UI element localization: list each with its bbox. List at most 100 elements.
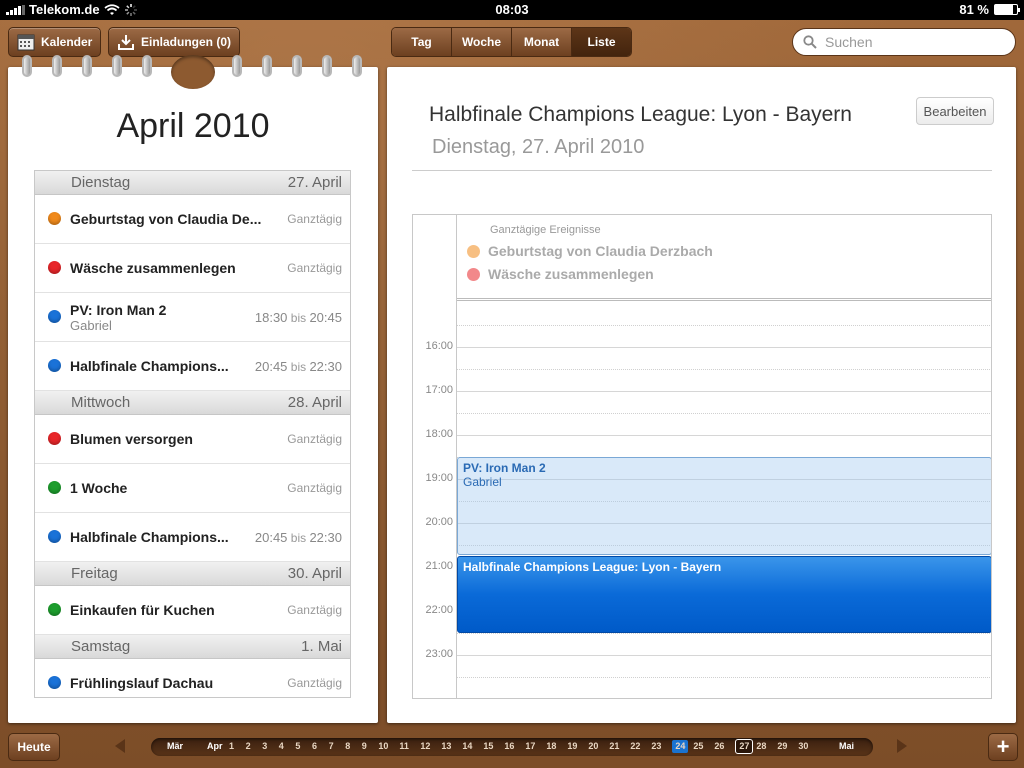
- date-strip-item[interactable]: 22: [630, 741, 640, 751]
- event-time: Ganztägig: [287, 432, 342, 446]
- date-strip-item[interactable]: 28: [756, 741, 766, 751]
- event-title: PV: Iron Man 2: [70, 301, 167, 318]
- date-strip-item[interactable]: Mär: [167, 741, 183, 751]
- date-strip-item[interactable]: 9: [362, 741, 367, 751]
- list-item[interactable]: Halbfinale Champions... 20:45 bis 22:30: [35, 513, 350, 562]
- date-strip-item[interactable]: 25: [693, 741, 703, 751]
- tab-liste[interactable]: Liste: [572, 28, 631, 56]
- allday-event[interactable]: Geburtstag von Claudia Derzbach: [467, 243, 713, 259]
- calendar-color-dot: [48, 212, 61, 225]
- signal-icon: [6, 4, 25, 15]
- event-list: Dienstag 27. April Geburtstag von Claudi…: [34, 170, 351, 698]
- list-item[interactable]: Blumen versorgen Ganztägig: [35, 415, 350, 464]
- timed-event[interactable]: PV: Iron Man 2 Gabriel: [457, 457, 991, 555]
- binder-hole: [171, 55, 215, 89]
- timed-event-selected[interactable]: Halbfinale Champions League: Lyon - Baye…: [457, 556, 991, 633]
- hour-gutter: [413, 215, 457, 698]
- date-strip-item[interactable]: 18: [546, 741, 556, 751]
- half-hour-line: [457, 413, 991, 414]
- date-strip-item[interactable]: 12: [420, 741, 430, 751]
- ring-icon: [22, 55, 32, 77]
- calendar-color-dot: [48, 359, 61, 372]
- list-item[interactable]: Halbfinale Champions... 20:45 bis 22:30: [35, 342, 350, 391]
- date-strip-item[interactable]: 10: [378, 741, 388, 751]
- allday-event[interactable]: Wäsche zusammenlegen: [467, 266, 654, 282]
- date-strip-item[interactable]: 1: [229, 741, 234, 751]
- date-strip-item[interactable]: 24: [672, 740, 689, 753]
- inbox-download-icon: [118, 35, 134, 50]
- list-item[interactable]: Geburtstag von Claudia De... Ganztägig: [35, 195, 350, 244]
- list-item[interactable]: Einkaufen für Kuchen Ganztägig: [35, 586, 350, 635]
- date-strip-item[interactable]: 4: [279, 741, 284, 751]
- event-to: bis: [290, 359, 307, 374]
- date-strip-item[interactable]: 19: [567, 741, 577, 751]
- search-icon: [803, 35, 817, 49]
- search-field[interactable]: Suchen: [792, 28, 1016, 56]
- hour-label: 20:00: [425, 516, 453, 528]
- event-end: 20:45: [309, 309, 342, 325]
- edit-button[interactable]: Bearbeiten: [916, 97, 994, 125]
- day-header: Samstag 1. Mai: [35, 635, 350, 659]
- calendars-label: Kalender: [41, 35, 93, 49]
- date-strip-item[interactable]: 17: [525, 741, 535, 751]
- day-header: Freitag 30. April: [35, 562, 350, 586]
- date-strip-item[interactable]: 30: [798, 741, 808, 751]
- date-strip-item[interactable]: 29: [777, 741, 787, 751]
- date-strip-item[interactable]: Apr: [207, 741, 223, 751]
- date-strip-item[interactable]: 21: [609, 741, 619, 751]
- date-strip-item[interactable]: 8: [345, 741, 350, 751]
- previous-arrow-icon[interactable]: [115, 739, 125, 753]
- event-subtitle: Gabriel: [70, 317, 112, 333]
- date-strip-item[interactable]: 7: [329, 741, 334, 751]
- event-start: 20:45: [254, 529, 288, 545]
- ring-icon: [82, 55, 92, 77]
- tab-woche[interactable]: Woche: [452, 28, 512, 56]
- date-strip-item[interactable]: 14: [462, 741, 472, 751]
- date-strip-item[interactable]: 26: [714, 741, 724, 751]
- calendar-color-dot: [48, 603, 61, 616]
- tab-tag[interactable]: Tag: [392, 28, 452, 56]
- carrier-name: Telekom.de: [29, 2, 100, 17]
- hour-label: 16:00: [425, 340, 453, 352]
- date-strip-item[interactable]: 13: [441, 741, 451, 751]
- list-item[interactable]: PV: Iron Man 2 Gabriel 18:30 bis 20:45: [35, 293, 350, 342]
- event-text: PV: Iron Man 2 Gabriel: [70, 302, 166, 333]
- date-strip-item[interactable]: 2: [246, 741, 251, 751]
- month-title: April 2010: [116, 107, 270, 145]
- day-header: Dienstag 27. April: [35, 171, 350, 195]
- hour-line: [457, 435, 991, 436]
- day-date: 28. April: [287, 394, 342, 411]
- day-date: 1. Mai: [301, 638, 342, 655]
- divider: [412, 170, 992, 171]
- date-strip-item[interactable]: 20: [588, 741, 598, 751]
- calendar-color-dot: [48, 310, 61, 323]
- invitations-button[interactable]: Einladungen (0): [108, 27, 240, 57]
- date-strip-item[interactable]: 6: [312, 741, 317, 751]
- today-button[interactable]: Heute: [8, 733, 60, 761]
- event-time: Ganztägig: [287, 603, 342, 617]
- event-time-range: 20:45 bis 22:30: [255, 359, 342, 374]
- date-strip-item[interactable]: 23: [651, 741, 661, 751]
- next-arrow-icon[interactable]: [897, 739, 907, 753]
- date-strip-item[interactable]: 11: [399, 741, 409, 751]
- date-strip[interactable]: Mär Apr 1 2 3 4 5 6 7 8 9 10 11 12 13 14 15 16 17 18 19 20 21 2…: [151, 738, 873, 756]
- battery-percent: 81 %: [959, 2, 989, 17]
- date-strip-item[interactable]: 3: [262, 741, 267, 751]
- calendars-button[interactable]: Kalender: [8, 27, 102, 57]
- list-item[interactable]: Frühlingslauf Dachau Ganztägig: [35, 659, 350, 697]
- calendar-color-dot: [467, 244, 480, 258]
- date-strip-item[interactable]: 5: [295, 741, 300, 751]
- add-event-button[interactable]: +: [988, 733, 1018, 761]
- date-strip-item[interactable]: 15: [483, 741, 493, 751]
- date-strip-item[interactable]: 16: [504, 741, 514, 751]
- hour-label: 23:00: [425, 648, 453, 660]
- allday-event-title: Geburtstag von Claudia Derzbach: [488, 243, 713, 259]
- list-item[interactable]: 1 Woche Ganztägig: [35, 464, 350, 513]
- event-detail-date: Dienstag, 27. April 2010: [432, 136, 645, 158]
- day-date: 27. April: [287, 174, 342, 191]
- tab-monat[interactable]: Monat: [512, 28, 572, 56]
- allday-label: Ganztägige Ereignisse: [490, 224, 601, 236]
- date-strip-item[interactable]: 27: [735, 739, 754, 754]
- date-strip-item[interactable]: Mai: [839, 741, 854, 751]
- list-item[interactable]: Wäsche zusammenlegen Ganztägig: [35, 244, 350, 293]
